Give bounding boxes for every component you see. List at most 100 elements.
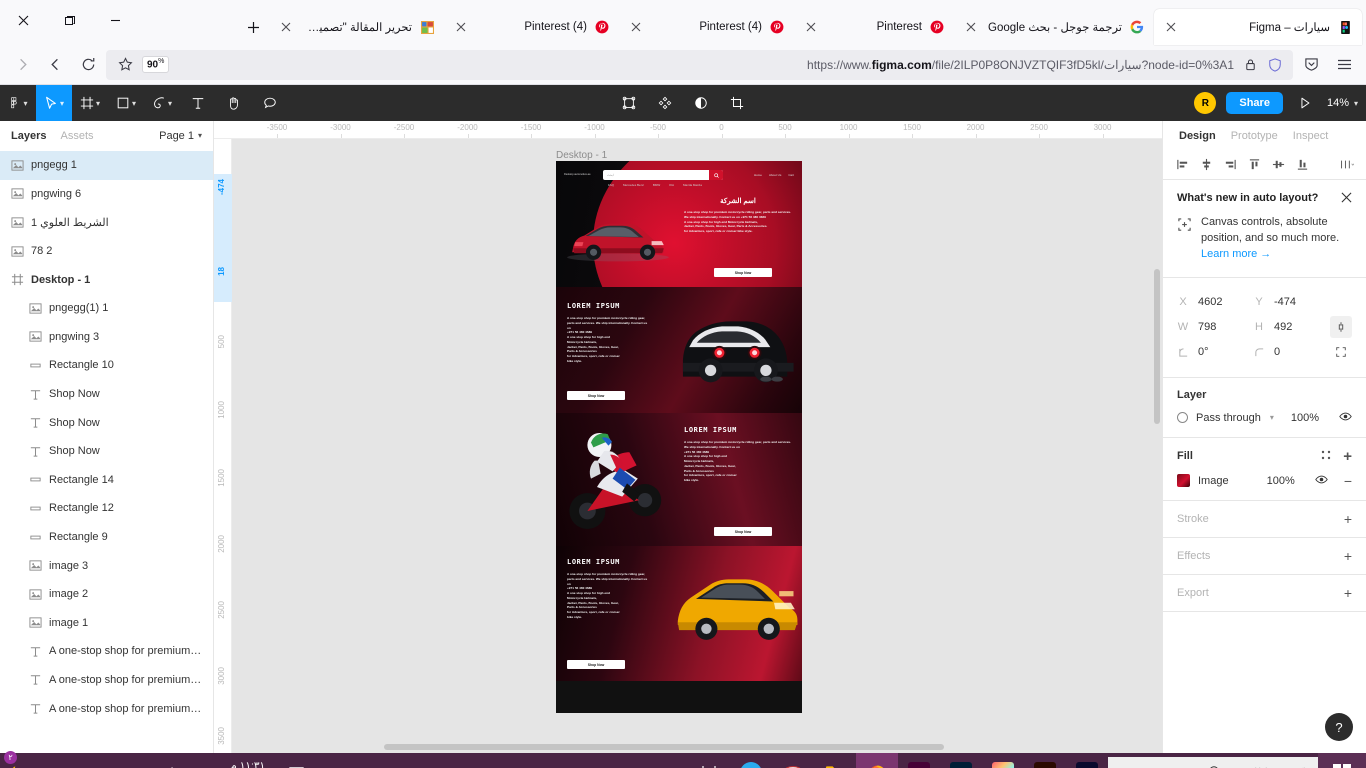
layer-row-0[interactable]: pngegg 1 bbox=[0, 151, 213, 180]
tab-close-icon[interactable] bbox=[803, 19, 819, 35]
taskbar-app-file-explorer[interactable] bbox=[814, 753, 856, 768]
layer-row-17[interactable]: A one-stop shop for premium ... bbox=[0, 637, 213, 666]
share-button[interactable]: Share bbox=[1226, 92, 1283, 114]
avatar[interactable]: R bbox=[1194, 92, 1217, 114]
move-tool[interactable]: ▾ bbox=[36, 85, 72, 121]
page-zoom-badge[interactable]: 90% bbox=[142, 56, 170, 73]
width-field[interactable]: W 798 bbox=[1177, 321, 1253, 333]
hero-shop-now-button[interactable]: Shop Now bbox=[714, 268, 772, 277]
frame-tool[interactable]: ▾ bbox=[72, 85, 108, 121]
x-field[interactable]: X 4602 bbox=[1177, 296, 1253, 308]
chevron-down-icon[interactable]: ▾ bbox=[1270, 413, 1274, 422]
fill-opacity-value[interactable]: 100% bbox=[1267, 475, 1295, 487]
layer-row-9[interactable]: Shop Now bbox=[0, 408, 213, 437]
layer-row-2[interactable]: الشريط العلوي 1 bbox=[0, 208, 213, 237]
hero-menu-item-4[interactable]: Mazda Mazda bbox=[683, 183, 702, 187]
hero-nav-link-1[interactable]: About Us bbox=[769, 173, 781, 177]
tab-close-icon[interactable] bbox=[628, 19, 644, 35]
align-right-icon[interactable] bbox=[1223, 158, 1237, 172]
layer-row-5[interactable]: pngegg(1) 1 bbox=[0, 294, 213, 323]
align-horizontal-center-icon[interactable] bbox=[1199, 158, 1213, 172]
language-indicator[interactable]: ع bbox=[186, 753, 212, 768]
taskbar-app-adobe-xd[interactable]: Xd bbox=[898, 753, 940, 768]
canvas-horizontal-scrollbar[interactable] bbox=[384, 744, 944, 750]
text-tool[interactable] bbox=[180, 85, 216, 121]
blend-mode-icon[interactable] bbox=[683, 85, 719, 121]
add-effect-button[interactable]: + bbox=[1344, 549, 1352, 563]
canvas-vertical-scrollbar[interactable] bbox=[1154, 269, 1160, 424]
layer-list[interactable]: pngegg 1 pngwing 6 الشريط العلوي 1 78 2 Desk… bbox=[0, 150, 213, 753]
hero-nav-links[interactable]: Home About Us Cart bbox=[754, 173, 794, 177]
canvas-area[interactable]: -3500 -3000 -2500 -2000 -1500 -1000 -500 0 500 10… bbox=[214, 121, 1162, 753]
layer-row-18[interactable]: A one-stop shop for premium ... bbox=[0, 666, 213, 695]
section3-shop-now-button[interactable]: Shop Now bbox=[714, 527, 772, 536]
forward-icon[interactable] bbox=[7, 50, 37, 80]
browser-tab-5[interactable]: تحرير المقالة "تصميم موقع bbox=[269, 9, 444, 45]
weather-widget[interactable]: سماء... bbox=[4, 763, 72, 768]
back-icon[interactable] bbox=[40, 50, 70, 80]
layer-row-6[interactable]: pngwing 3 bbox=[0, 323, 213, 352]
fill-swatch[interactable] bbox=[1177, 474, 1190, 488]
tab-close-icon[interactable] bbox=[963, 19, 979, 35]
hero-nav-link-0[interactable]: Home bbox=[754, 173, 762, 177]
independent-corners-icon[interactable] bbox=[1330, 341, 1352, 363]
align-vertical-center-icon[interactable] bbox=[1271, 158, 1285, 172]
y-field[interactable]: Y -474 bbox=[1253, 296, 1329, 308]
components-icon[interactable] bbox=[647, 85, 683, 121]
clock[interactable]: ١١:٣١ م ٢٠٢٢/٠٦/٠٢ bbox=[214, 759, 281, 768]
browser-tab-3[interactable]: (4) Pinterest bbox=[619, 9, 794, 45]
volume-icon[interactable] bbox=[158, 753, 184, 768]
section4-shop-now-button[interactable]: Shop Now bbox=[567, 660, 625, 669]
wifi-icon[interactable] bbox=[130, 753, 156, 768]
layer-row-11[interactable]: Rectangle 14 bbox=[0, 466, 213, 495]
search-input[interactable]: اكتب هنا للبحث bbox=[1108, 757, 1318, 768]
height-field[interactable]: H 492 bbox=[1253, 321, 1329, 333]
layer-row-14[interactable]: image 3 bbox=[0, 551, 213, 580]
page-selector[interactable]: Page 1 ▾ bbox=[159, 130, 202, 142]
add-stroke-button[interactable]: + bbox=[1344, 512, 1352, 526]
close-icon[interactable] bbox=[1341, 192, 1352, 205]
layer-row-12[interactable]: Rectangle 12 bbox=[0, 494, 213, 523]
new-tab-button[interactable] bbox=[237, 11, 269, 43]
align-bottom-icon[interactable] bbox=[1295, 158, 1309, 172]
browser-tab-0[interactable]: سيارات – Figma bbox=[1154, 9, 1362, 45]
taskbar-app-after-effects[interactable]: Ae bbox=[1066, 753, 1108, 768]
fill-row[interactable]: Image 100% − bbox=[1177, 473, 1352, 489]
windows-icon[interactable] bbox=[1318, 753, 1366, 768]
notification-center-button[interactable]: ٢ bbox=[4, 751, 309, 768]
tab-design[interactable]: Design bbox=[1179, 130, 1216, 142]
figma-menu-button[interactable]: ▾ bbox=[0, 85, 36, 121]
shape-tool[interactable]: ▾ bbox=[108, 85, 144, 121]
add-export-button[interactable]: + bbox=[1344, 586, 1352, 600]
tracking-shield-icon[interactable] bbox=[1266, 50, 1284, 80]
crop-icon[interactable] bbox=[719, 85, 755, 121]
hero-menu-item-2[interactable]: BMW bbox=[653, 183, 660, 187]
layer-row-7[interactable]: Rectangle 10 bbox=[0, 351, 213, 380]
styles-icon[interactable] bbox=[1320, 449, 1332, 464]
menu-icon[interactable] bbox=[1329, 50, 1359, 80]
taskbar-app-creative-cloud[interactable] bbox=[982, 753, 1024, 768]
tab-close-icon[interactable] bbox=[1163, 19, 1179, 35]
tab-inspect[interactable]: Inspect bbox=[1293, 130, 1328, 142]
pocket-shield-icon[interactable] bbox=[1296, 50, 1326, 80]
hero-search-input[interactable]: ابحث bbox=[603, 170, 723, 180]
help-button[interactable]: ? bbox=[1325, 713, 1353, 741]
link-proportions-icon[interactable] bbox=[1330, 316, 1352, 339]
hero-menu[interactable]: FAQ Mercedes Benz BMW KIA Mazda Mazda bbox=[608, 183, 702, 187]
present-button[interactable] bbox=[1293, 85, 1317, 121]
hero-menu-item-1[interactable]: Mercedes Benz bbox=[623, 183, 644, 187]
hero-menu-item-0[interactable]: FAQ bbox=[608, 183, 614, 187]
canvas-viewport[interactable]: -474 18 500 1000 1500 2000 2500 3000 3500 Deskto… bbox=[214, 139, 1162, 753]
layer-row-10[interactable]: Shop Now bbox=[0, 437, 213, 466]
section2-shop-now-button[interactable]: Shop Now bbox=[567, 391, 625, 400]
layer-opacity-value[interactable]: 100% bbox=[1291, 412, 1319, 424]
layer-row-13[interactable]: Rectangle 9 bbox=[0, 523, 213, 552]
layer-row-3[interactable]: 78 2 bbox=[0, 237, 213, 266]
canvas-zoom-control[interactable]: 14% ▾ bbox=[1327, 97, 1358, 109]
tab-prototype[interactable]: Prototype bbox=[1231, 130, 1278, 142]
taskbar-app-telegram[interactable] bbox=[730, 753, 772, 768]
taskbar-app-photoshop[interactable]: Ps bbox=[940, 753, 982, 768]
tab-close-icon[interactable] bbox=[453, 19, 469, 35]
search-icon[interactable] bbox=[709, 170, 723, 180]
window-close-button[interactable] bbox=[0, 0, 46, 40]
